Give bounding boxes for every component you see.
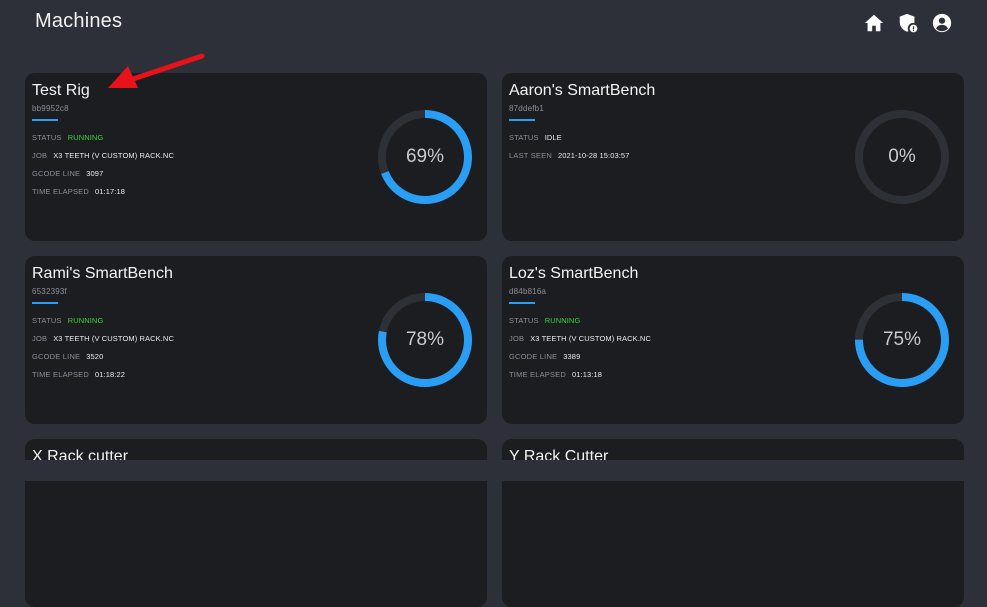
job-value: X3 TEETH (V CUSTOM) RACK.NC xyxy=(53,150,174,160)
time-elapsed-label: TIME ELAPSED xyxy=(32,186,89,196)
status-row: STATUS RUNNING xyxy=(32,128,174,146)
machine-details: STATUS RUNNING JOB X3 TEETH (V CUSTOM) R… xyxy=(509,311,651,383)
machine-name: Rami's SmartBench xyxy=(32,265,173,282)
gcode-line-value: 3520 xyxy=(86,351,104,361)
progress-gauge: 0% xyxy=(852,107,952,207)
machine-id: bb9952c8 xyxy=(32,104,69,113)
job-row: JOB X3 TEETH (V CUSTOM) RACK.NC xyxy=(32,146,174,164)
job-label: JOB xyxy=(32,333,48,343)
progress-gauge: 78% xyxy=(375,290,475,390)
divider xyxy=(509,302,535,304)
progress-gauge: 75% xyxy=(852,290,952,390)
machine-card[interactable]: Rami's SmartBench 6532393f STATUS RUNNIN… xyxy=(25,256,487,424)
divider xyxy=(509,119,535,121)
time-elapsed-value: 01:17:18 xyxy=(95,186,125,196)
time-elapsed-row: TIME ELAPSED 01:13:18 xyxy=(509,365,651,383)
status-row: STATUS IDLE xyxy=(509,128,629,146)
job-label: JOB xyxy=(509,333,525,343)
time-elapsed-value: 01:13:18 xyxy=(572,369,602,379)
gcode-line-value: 3097 xyxy=(86,168,104,178)
status-value: RUNNING xyxy=(67,315,104,325)
time-elapsed-value: 01:18:22 xyxy=(95,369,125,379)
status-label: STATUS xyxy=(509,315,539,325)
machine-id: 6532393f xyxy=(32,287,67,296)
gcode-line-row: GCODE LINE 3520 xyxy=(32,347,174,365)
progress-percent: 0% xyxy=(888,146,916,167)
last-seen-value: 2021-10-28 15:03:57 xyxy=(557,150,630,160)
page-title: Machines xyxy=(35,10,123,32)
machine-id: 87ddefb1 xyxy=(509,104,544,113)
time-elapsed-label: TIME ELAPSED xyxy=(509,369,566,379)
job-value: X3 TEETH (V CUSTOM) RACK.NC xyxy=(53,333,174,343)
time-elapsed-row: TIME ELAPSED 01:17:18 xyxy=(32,182,174,200)
last-seen-row: LAST SEEN 2021-10-28 15:03:57 xyxy=(509,146,629,164)
machine-name: Loz's SmartBench xyxy=(509,265,639,282)
job-row: JOB X3 TEETH (V CUSTOM) RACK.NC xyxy=(32,329,174,347)
status-row: STATUS RUNNING xyxy=(32,311,174,329)
machine-details: STATUS RUNNING JOB X3 TEETH (V CUSTOM) R… xyxy=(32,311,174,383)
job-value: X3 TEETH (V CUSTOM) RACK.NC xyxy=(530,333,651,343)
gcode-line-label: GCODE LINE xyxy=(509,351,558,361)
gcode-line-row: GCODE LINE 3389 xyxy=(509,347,651,365)
time-elapsed-row: TIME ELAPSED 01:18:22 xyxy=(32,365,174,383)
progress-percent: 78% xyxy=(405,329,445,350)
status-label: STATUS xyxy=(32,132,62,142)
progress-percent: 69% xyxy=(405,146,445,167)
machine-details: STATUS IDLE LAST SEEN 2021-10-28 15:03:5… xyxy=(509,128,629,164)
last-seen-label: LAST SEEN xyxy=(509,150,552,160)
status-label: STATUS xyxy=(509,132,539,142)
machine-card[interactable]: Loz's SmartBench d84b816a STATUS RUNNING… xyxy=(502,256,964,424)
machine-id: d84b816a xyxy=(509,287,547,296)
status-value: RUNNING xyxy=(67,132,104,142)
gcode-line-label: GCODE LINE xyxy=(32,168,81,178)
header-actions xyxy=(863,12,953,34)
progress-percent: 75% xyxy=(882,329,922,350)
divider xyxy=(32,119,58,121)
viewport-bottom-edge xyxy=(0,460,987,481)
job-label: JOB xyxy=(32,150,48,160)
app-header: Machines xyxy=(0,0,987,46)
machine-card[interactable]: Aaron's SmartBench 87ddefb1 STATUS IDLE … xyxy=(502,73,964,241)
status-value: RUNNING xyxy=(544,315,581,325)
machine-card[interactable]: Test Rig bb9952c8 STATUS RUNNING JOB X3 … xyxy=(25,73,487,241)
gcode-line-row: GCODE LINE 3097 xyxy=(32,164,174,182)
time-elapsed-label: TIME ELAPSED xyxy=(32,369,89,379)
shield-notification-icon[interactable] xyxy=(897,12,919,34)
machine-details: STATUS RUNNING JOB X3 TEETH (V CUSTOM) R… xyxy=(32,128,174,200)
gcode-line-label: GCODE LINE xyxy=(32,351,81,361)
gcode-line-value: 3389 xyxy=(563,351,581,361)
machine-name: Test Rig xyxy=(32,82,90,99)
divider xyxy=(32,302,58,304)
home-icon[interactable] xyxy=(863,12,885,34)
status-label: STATUS xyxy=(32,315,62,325)
status-row: STATUS RUNNING xyxy=(509,311,651,329)
status-value: IDLE xyxy=(544,132,562,142)
progress-gauge: 69% xyxy=(375,107,475,207)
annotation-arrow-icon xyxy=(108,53,205,88)
machine-name: Aaron's SmartBench xyxy=(509,82,656,99)
job-row: JOB X3 TEETH (V CUSTOM) RACK.NC xyxy=(509,329,651,347)
account-icon[interactable] xyxy=(931,12,953,34)
